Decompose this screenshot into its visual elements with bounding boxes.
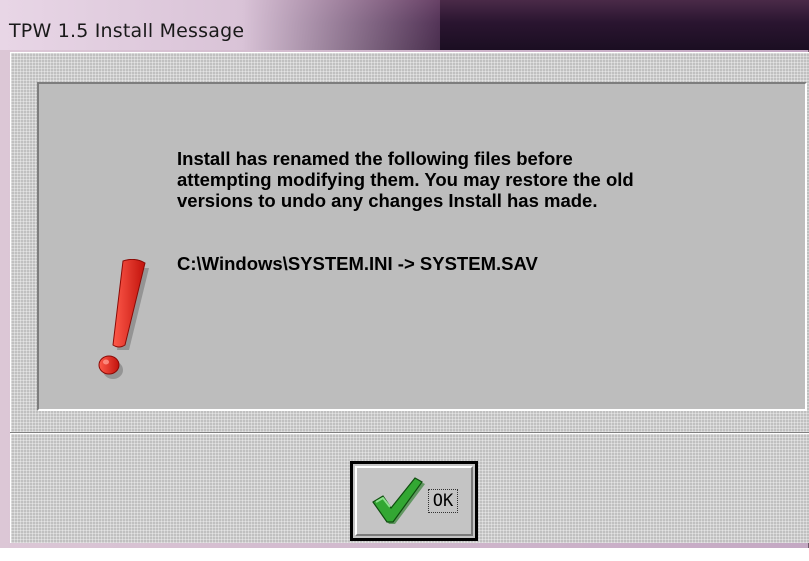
message-line: Install has renamed the following files … (177, 148, 573, 169)
message-panel (37, 82, 807, 411)
dialog-window: TPW 1.5 Install Message Install has rena… (0, 0, 809, 548)
exclamation-icon (98, 259, 149, 379)
window-title: TPW 1.5 Install Message (9, 20, 245, 42)
screen-background (0, 548, 809, 561)
ok-button[interactable]: OK (350, 461, 478, 541)
message-line: attempting modifying them. You may resto… (177, 169, 634, 190)
button-divider (10, 432, 809, 434)
checkmark-icon (372, 477, 425, 524)
renamed-file-entry: C:\Windows\SYSTEM.INI -> SYSTEM.SAV (177, 253, 538, 274)
title-bar[interactable]: TPW 1.5 Install Message (0, 0, 809, 50)
ok-button-label: OK (428, 489, 458, 513)
message-line: versions to undo any changes Install has… (177, 190, 598, 211)
message-text: Install has renamed the following files … (177, 148, 777, 211)
